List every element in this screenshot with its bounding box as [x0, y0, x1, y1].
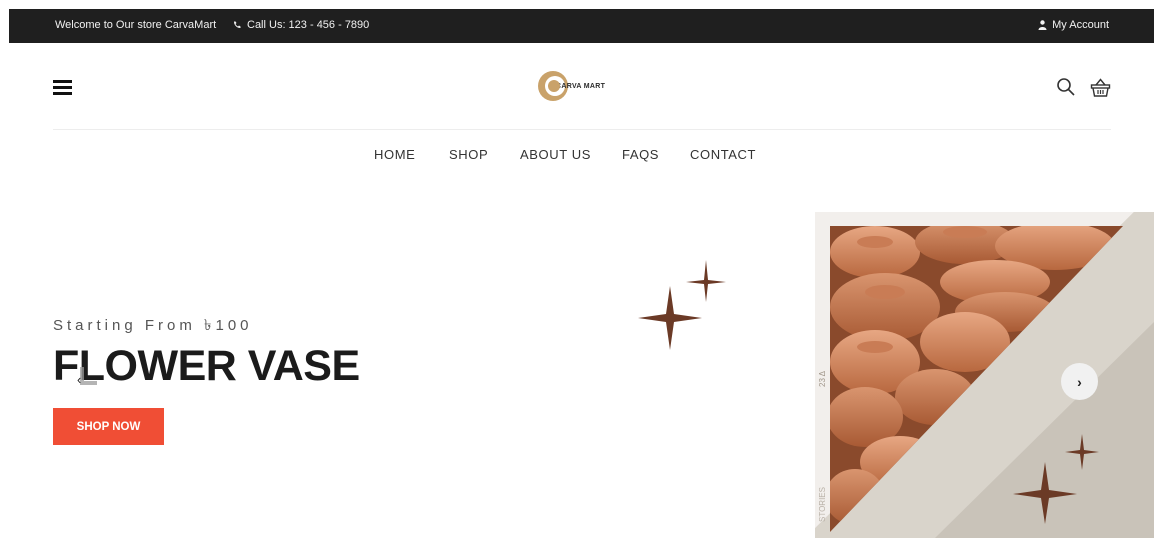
call-us[interactable]: Call Us: 123 - 456 - 7890	[232, 19, 369, 31]
hero-image: 23 Δ STORIES	[815, 212, 1154, 538]
nav-home[interactable]: HOME	[374, 147, 415, 162]
nav-faqs[interactable]: FAQS	[622, 147, 659, 162]
user-icon	[1038, 20, 1047, 30]
hero-subtitle: Starting From ৳100	[53, 317, 253, 334]
call-us-text: Call Us: 123 - 456 - 7890	[247, 19, 370, 31]
main-nav: HOME SHOP ABOUT US FAQS CONTACT	[0, 147, 1154, 163]
logo[interactable]: CARVA MART	[538, 71, 617, 101]
header-divider	[53, 129, 1111, 130]
logo-text: CARVA MART	[556, 82, 606, 90]
menu-icon[interactable]	[53, 80, 72, 95]
top-bar: Welcome to Our store CarvaMart Call Us: …	[9, 9, 1154, 43]
welcome-text: Welcome to Our store CarvaMart	[55, 19, 217, 31]
slider-prev-button[interactable]: ‹	[77, 367, 99, 389]
page: Welcome to Our store CarvaMart Call Us: …	[0, 0, 1154, 538]
search-icon[interactable]	[1056, 77, 1076, 97]
phone-icon	[233, 21, 241, 29]
shop-now-button[interactable]: SHOP NOW	[53, 408, 164, 445]
chevron-right-icon: ›	[1077, 373, 1082, 390]
side-text-top: 23 Δ	[818, 370, 827, 387]
slider-next-button[interactable]: ›	[1061, 363, 1098, 400]
nav-about-us[interactable]: ABOUT US	[520, 147, 591, 162]
nav-contact[interactable]: CONTACT	[690, 147, 756, 162]
prev-bar-decor	[80, 367, 97, 385]
basket-icon[interactable]	[1090, 77, 1111, 98]
side-text-bottom: STORIES	[818, 487, 827, 522]
my-account-link[interactable]: My Account	[1038, 19, 1109, 31]
my-account-text: My Account	[1052, 19, 1109, 31]
chevron-left-icon: ‹	[77, 372, 82, 387]
sparkle-icon	[638, 260, 726, 350]
nav-shop[interactable]: SHOP	[449, 147, 488, 162]
